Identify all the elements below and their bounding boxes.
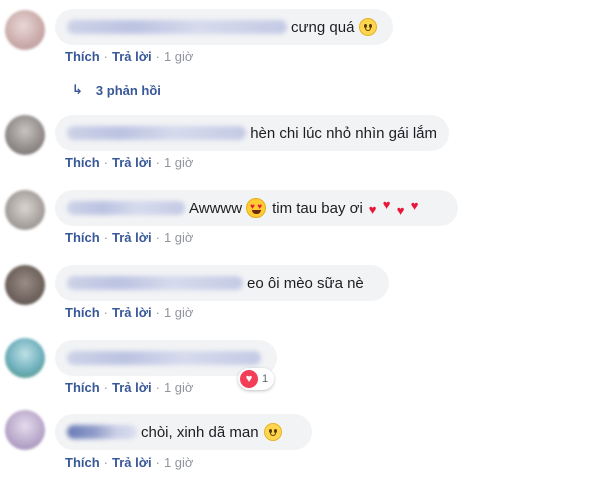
like-link[interactable]: Thích [65,455,100,470]
timestamp[interactable]: 1 giờ [164,230,194,245]
like-link[interactable]: Thích [65,380,100,395]
reply-link[interactable]: Trả lời [112,155,152,170]
comment-actions: Thích · Trả lời · 1 giờ [65,49,194,64]
timestamp[interactable]: 1 giờ [164,380,194,395]
like-link[interactable]: Thích [65,305,100,320]
comment-actions: Thích · Trả lời · 1 giờ [65,380,194,395]
comment-bubble: chòi, xinh dã man [55,414,312,450]
reply-link[interactable]: Trả lời [112,380,152,395]
reply-link[interactable]: Trả lời [112,455,152,470]
comment-text: chòi, xinh dã man [141,423,259,441]
comment-bubble: cưng quá [55,9,393,45]
avatar[interactable] [5,190,45,230]
reply-link[interactable]: Trả lời [112,305,152,320]
commenter-name[interactable] [67,276,243,290]
comment-bubble: eo ôi mèo sữa nè [55,265,389,301]
reaction-count: 1 [262,373,269,385]
comment-text-continued: tim tau bay ơi [272,199,363,217]
heart-eyes-face-icon: ♥ ♥ [246,198,267,218]
commenter-name[interactable] [67,425,137,439]
avatar[interactable] [5,410,45,450]
avatar[interactable] [5,115,45,155]
commenter-name[interactable] [67,20,287,34]
timestamp[interactable]: 1 giờ [164,49,194,64]
reaction-summary[interactable]: ♥ 1 [238,368,275,390]
timestamp[interactable]: 1 giờ [164,155,194,170]
avatar[interactable] [5,265,45,305]
view-replies-link[interactable]: ↳ 3 phản hồi [72,82,161,98]
comment-actions: Thích · Trả lời · 1 giờ [65,230,194,245]
slightly-smiling-face-icon [359,18,378,36]
floating-hearts-icon: ♥ ♥ ♥ ♥ [368,197,419,218]
comment-text: Awwww [189,199,243,217]
slightly-smiling-face-icon [263,423,282,441]
timestamp[interactable]: 1 giờ [164,455,194,470]
reply-arrow-icon: ↳ [72,82,83,97]
avatar[interactable] [5,338,45,378]
commenter-name[interactable] [67,351,261,365]
reply-link[interactable]: Trả lời [112,49,152,64]
comment-text: cưng quá [291,18,355,36]
avatar[interactable] [5,10,45,50]
like-link[interactable]: Thích [65,230,100,245]
comment-bubble: Awwww ♥ ♥ tim tau bay ơi ♥ ♥ ♥ ♥ [55,190,458,226]
like-link[interactable]: Thích [65,49,100,64]
comment-actions: Thích · Trả lời · 1 giờ [65,455,194,470]
comment-actions: Thích · Trả lời · 1 giờ [65,305,194,320]
comment-actions: Thích · Trả lời · 1 giờ [65,155,194,170]
comment-text: hèn chi lúc nhỏ nhìn gái lắm [250,124,437,142]
comment-bubble: hèn chi lúc nhỏ nhìn gái lắm [55,115,449,151]
timestamp[interactable]: 1 giờ [164,305,194,320]
love-reaction-icon: ♥ [240,370,258,388]
like-link[interactable]: Thích [65,155,100,170]
commenter-name[interactable] [67,201,185,215]
replies-count-label[interactable]: 3 phản hồi [96,83,161,98]
comment-text: eo ôi mèo sữa nè [247,274,364,292]
reply-link[interactable]: Trả lời [112,230,152,245]
commenter-name[interactable] [67,126,247,140]
